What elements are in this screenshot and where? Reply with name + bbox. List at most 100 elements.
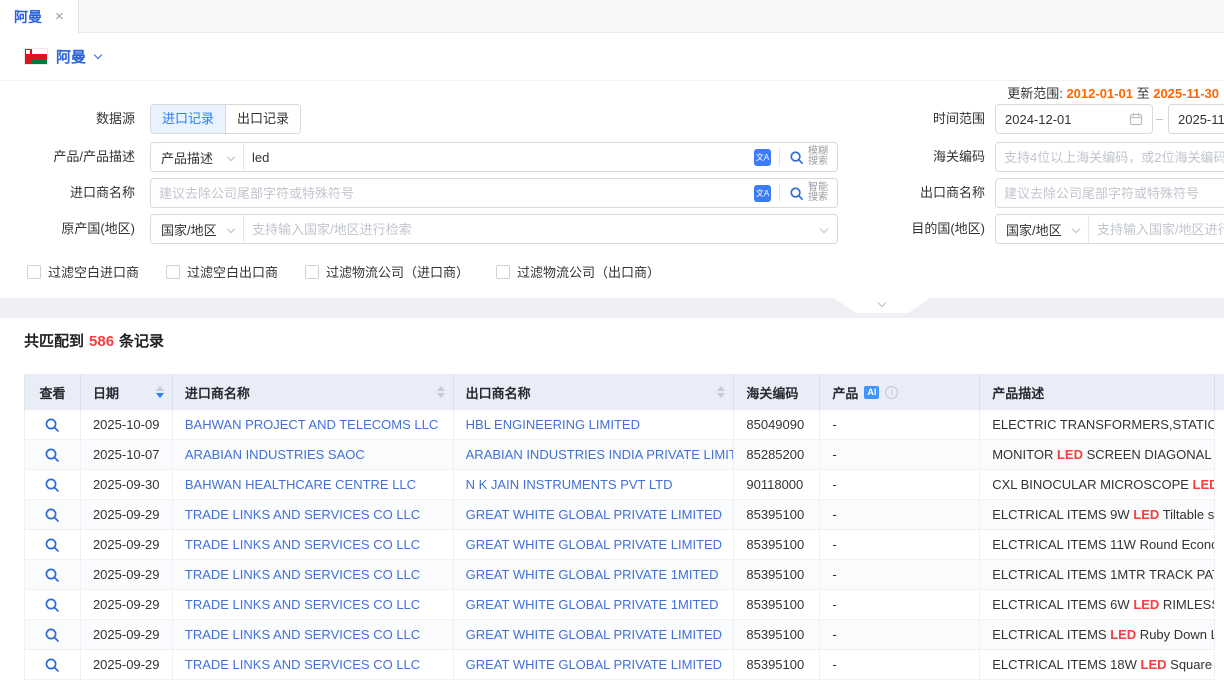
tab-oman[interactable]: 阿曼 × [0,0,79,33]
chevron-down-icon [1072,225,1080,233]
date-cell: 2025-09-29 [81,650,173,679]
importer-link[interactable]: TRADE LINKS AND SERVICES CO LLC [185,657,420,672]
exporter-link[interactable]: ARABIAN INDUSTRIES INDIA PRIVATE LIMIT..… [466,447,735,462]
view-record-button[interactable] [44,567,60,583]
importer-link[interactable]: TRADE LINKS AND SERVICES CO LLC [185,567,420,582]
exporter-link[interactable]: GREAT WHITE GLOBAL PRIVATE LIMITED [466,627,722,642]
calendar-icon[interactable] [1129,112,1143,126]
chevron-down-icon[interactable] [94,50,102,58]
chevron-down-icon [227,153,235,161]
smart-search-button[interactable]: 智能搜索 [780,183,837,203]
product-cell: - [820,470,980,499]
checkbox-icon[interactable] [166,265,180,279]
oman-flag-icon [25,49,47,64]
checkbox-filter-logistics-importer[interactable]: 过滤物流公司（进口商） [305,262,469,281]
checkbox-icon[interactable] [305,265,319,279]
view-record-button[interactable] [44,507,60,523]
product-cell: - [820,590,980,619]
col-header-importer[interactable]: 进口商名称 [173,374,454,410]
table-row: 2025-10-07 ARABIAN INDUSTRIES SAOC ARABI… [24,440,1215,470]
importer-link[interactable]: BAHWAN HEALTHCARE CENTRE LLC [185,477,416,492]
product-cell: - [820,650,980,679]
exporter-cell: GREAT WHITE GLOBAL PRIVATE 1MITED [454,590,735,619]
date-cell: 2025-09-30 [81,470,173,499]
importer-link[interactable]: ARABIAN INDUSTRIES SAOC [185,447,365,462]
view-record-button[interactable] [44,447,60,463]
importer-link[interactable]: TRADE LINKS AND SERVICES CO LLC [185,627,420,642]
date-cell: 2025-09-29 [81,530,173,559]
info-icon[interactable]: i [885,386,898,399]
sort-icon[interactable] [156,386,164,398]
exporter-link[interactable]: GREAT WHITE GLOBAL PRIVATE LIMITED [466,507,722,522]
checkbox-filter-blank-importer[interactable]: 过滤空白进口商 [27,262,139,281]
product-keyword-input[interactable] [244,143,754,171]
collapse-filters-button[interactable] [834,298,930,313]
col-header-exporter[interactable]: 出口商名称 [454,374,735,410]
exporter-link[interactable]: N K JAIN INSTRUMENTS PVT LTD [466,477,673,492]
exporter-link[interactable]: HBL ENGINEERING LIMITED [466,417,640,432]
tab-title: 阿曼 [14,7,42,27]
view-record-button[interactable] [44,597,60,613]
checkbox-icon[interactable] [27,265,41,279]
scrollbar-gutter[interactable] [1215,374,1224,410]
time-range-label: 时间范围 [858,104,985,134]
product-type-select[interactable]: 产品描述 [151,143,244,171]
description-cell: MONITOR LED SCREEN DIAGONAL S... [980,440,1215,469]
end-date-input[interactable] [1178,112,1224,127]
exporter-cell: ARABIAN INDUSTRIES INDIA PRIVATE LIMIT..… [454,440,735,469]
importer-cell: TRADE LINKS AND SERVICES CO LLC [173,530,454,559]
checkbox-filter-blank-exporter[interactable]: 过滤空白出口商 [166,262,278,281]
start-date-input[interactable] [1005,112,1129,127]
view-record-button[interactable] [44,657,60,673]
product-label: 产品/产品描述 [0,142,135,172]
col-header-date[interactable]: 日期 [81,374,173,410]
exporter-link[interactable]: GREAT WHITE GLOBAL PRIVATE 1MITED [466,567,719,582]
importer-cell: BAHWAN HEALTHCARE CENTRE LLC [173,470,454,499]
importer-name-input[interactable] [151,179,754,207]
sort-icon[interactable] [437,386,445,398]
exporter-name-input[interactable] [996,179,1224,207]
importer-cell: TRADE LINKS AND SERVICES CO LLC [173,650,454,679]
exporter-link[interactable]: GREAT WHITE GLOBAL PRIVATE LIMITED [466,657,722,672]
view-record-button[interactable] [44,537,60,553]
importer-link[interactable]: TRADE LINKS AND SERVICES CO LLC [185,597,420,612]
table-row: 2025-09-29 TRADE LINKS AND SERVICES CO L… [24,620,1215,650]
hs-code-cell: 85285200 [734,440,820,469]
checkbox-icon[interactable] [496,265,510,279]
importer-cell: TRADE LINKS AND SERVICES CO LLC [173,590,454,619]
date-range-separator: – [1156,104,1163,134]
magnifier-icon [44,657,60,673]
translate-icon[interactable]: 文A [754,185,771,202]
view-cell [25,560,81,589]
hs-code-input[interactable] [996,143,1224,171]
exporter-link[interactable]: GREAT WHITE GLOBAL PRIVATE 1MITED [466,597,719,612]
product-cell: - [820,410,980,439]
fuzzy-search-button[interactable]: 模糊搜索 [780,147,837,167]
importer-cell: TRADE LINKS AND SERVICES CO LLC [173,560,454,589]
importer-link[interactable]: TRADE LINKS AND SERVICES CO LLC [185,507,420,522]
sort-icon[interactable] [717,386,725,398]
exporter-link[interactable]: GREAT WHITE GLOBAL PRIVATE LIMITED [466,537,722,552]
col-header-description: 产品描述 [980,374,1215,410]
view-record-button[interactable] [44,417,60,433]
exporter-group [995,178,1224,208]
destination-type-select[interactable]: 国家/地区 [996,215,1089,243]
translate-icon[interactable]: 文A [754,149,771,166]
importer-cell: TRADE LINKS AND SERVICES CO LLC [173,620,454,649]
importer-link[interactable]: BAHWAN PROJECT AND TELECOMS LLC [185,417,438,432]
importer-link[interactable]: TRADE LINKS AND SERVICES CO LLC [185,537,420,552]
product-cell: - [820,440,980,469]
import-records-tab[interactable]: 进口记录 [151,105,225,133]
close-icon[interactable]: × [55,9,64,24]
origin-country-input[interactable] [244,215,821,243]
export-records-tab[interactable]: 出口记录 [225,105,300,133]
view-record-button[interactable] [44,627,60,643]
origin-type-select[interactable]: 国家/地区 [151,215,244,243]
time-range-start [995,104,1153,134]
checkbox-filter-logistics-exporter[interactable]: 过滤物流公司（出口商） [496,262,660,281]
exporter-cell: HBL ENGINEERING LIMITED [454,410,735,439]
description-cell: ELECTRIC TRANSFORMERS,STATIC C... [980,410,1215,439]
view-record-button[interactable] [44,477,60,493]
view-cell [25,410,81,439]
destination-country-input[interactable] [1089,215,1224,243]
